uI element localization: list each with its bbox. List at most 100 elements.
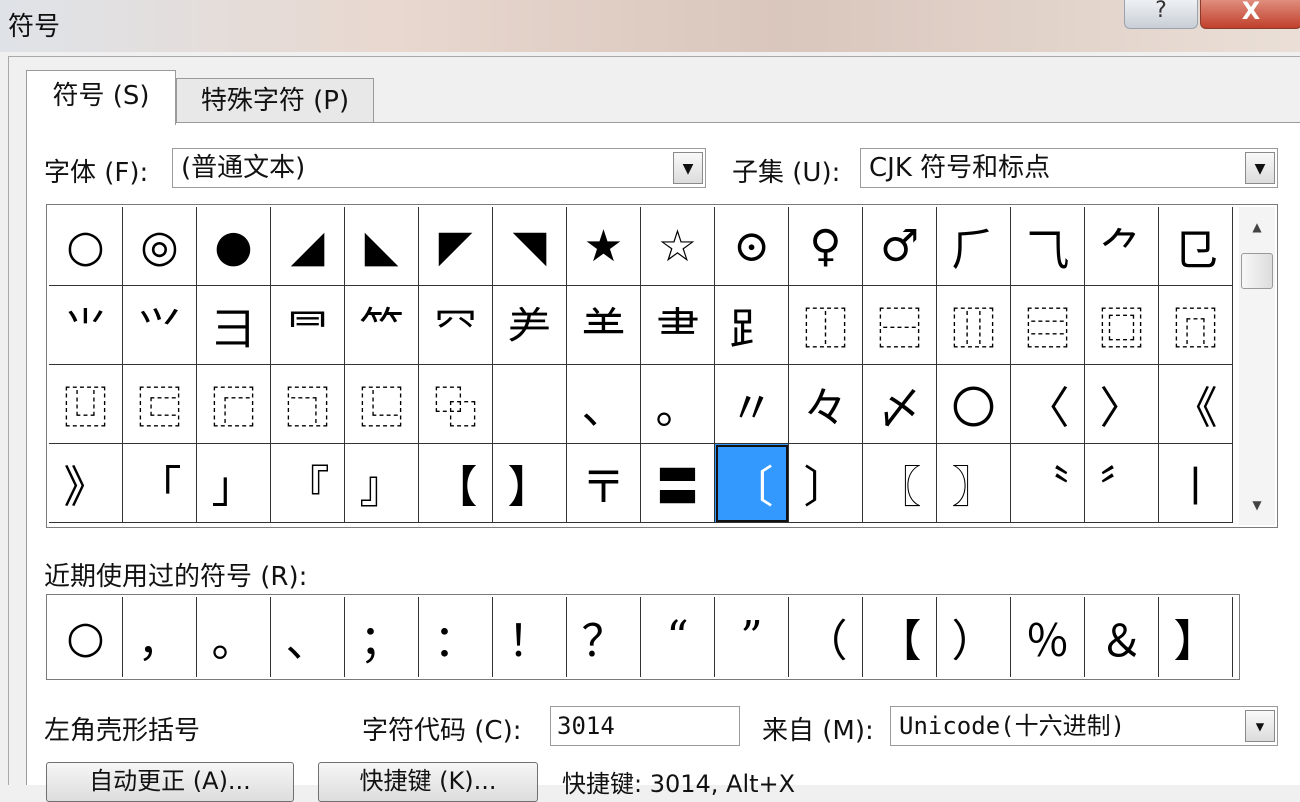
help-button[interactable]: ? xyxy=(1124,0,1198,29)
symbol-cell[interactable]: 〓 xyxy=(641,444,715,523)
symbol-cell[interactable]: ⿺ xyxy=(345,365,419,444)
symbol-cell[interactable]: ⺁ xyxy=(937,207,1011,286)
symbol-cell[interactable]: ⿰ xyxy=(789,286,863,365)
symbol-cell[interactable]: 〖 xyxy=(863,444,937,523)
symbol-cell[interactable]: ◢ xyxy=(271,207,345,286)
recent-symbol-cell[interactable]: 、 xyxy=(271,597,345,677)
tab-symbols[interactable]: 符号 (S) xyxy=(26,70,176,125)
symbol-cell[interactable]: ⺳ xyxy=(419,286,493,365)
symbol-cell[interactable]: 〈 xyxy=(1011,365,1085,444)
symbol-cell[interactable]: 』 xyxy=(345,444,419,523)
symbol-cell[interactable]: ⿷ xyxy=(123,365,197,444)
scroll-up-arrow-icon[interactable]: ▲ xyxy=(1239,207,1275,247)
subset-select-value: CJK 符号和标点 xyxy=(869,153,1051,183)
symbol-cell[interactable]: ⺜ xyxy=(271,286,345,365)
symbol-cell[interactable]: ◤ xyxy=(419,207,493,286)
symbol-cell[interactable]: ⺋ xyxy=(1159,207,1233,286)
scroll-thumb[interactable] xyxy=(1241,253,1273,289)
symbol-cell[interactable]: 〗 xyxy=(937,444,1011,523)
recent-symbols-cells: ○，。、；：！？ “” （【）％＆】 xyxy=(49,597,1233,677)
symbol-cell[interactable]: 〡 xyxy=(1159,444,1233,523)
symbol-cell[interactable]: ⺶ xyxy=(493,286,567,365)
symbol-cell[interactable]: ⺷ xyxy=(567,286,641,365)
symbol-cell[interactable]: ♂ xyxy=(863,207,937,286)
symbol-cell[interactable]: ⊙ xyxy=(715,207,789,286)
recent-symbol-cell[interactable]: （ xyxy=(789,597,863,677)
symbol-cell[interactable]: ⺈ xyxy=(1085,207,1159,286)
symbol-grid-scrollbar[interactable]: ▲ ▼ xyxy=(1239,207,1275,525)
recent-symbol-cell[interactable]: ○ xyxy=(49,597,123,677)
recent-symbol-cell[interactable]: ） xyxy=(937,597,1011,677)
symbol-cell[interactable]: 〇 xyxy=(937,365,1011,444)
chevron-down-icon[interactable]: ▼ xyxy=(1245,152,1275,184)
shortcut-key-button[interactable]: 快捷键 (K)... xyxy=(318,762,538,802)
symbol-cell[interactable] xyxy=(493,365,567,444)
symbol-cell-selected[interactable]: 〔 xyxy=(715,444,789,523)
tab-special-characters[interactable]: 特殊字符 (P) xyxy=(176,78,374,123)
font-select[interactable]: (普通文本) ▼ xyxy=(172,148,706,188)
symbol-cell[interactable]: 〒 xyxy=(567,444,641,523)
symbol-cell[interactable]: 〝 xyxy=(1011,444,1085,523)
subset-select[interactable]: CJK 符号和标点 ▼ xyxy=(860,148,1278,188)
symbol-cell[interactable]: ⺮ xyxy=(345,286,419,365)
symbol-cell[interactable]: 々 xyxy=(789,365,863,444)
symbol-cell[interactable]: 〉 xyxy=(1085,365,1159,444)
symbol-cell[interactable]: ⿲ xyxy=(937,286,1011,365)
close-button[interactable]: X xyxy=(1200,0,1300,29)
symbol-cell[interactable]: ◎ xyxy=(123,207,197,286)
symbol-cell[interactable]: ⿻ xyxy=(419,365,493,444)
symbol-cell[interactable]: ⿱ xyxy=(863,286,937,365)
symbol-cell[interactable]: ◣ xyxy=(345,207,419,286)
symbol-cell[interactable]: ☆ xyxy=(641,207,715,286)
symbol-cell[interactable]: 【 xyxy=(419,444,493,523)
symbol-cell[interactable]: 〕 xyxy=(789,444,863,523)
recent-symbol-cell[interactable]: ” xyxy=(715,597,789,677)
recent-symbol-cell[interactable]: 【 xyxy=(863,597,937,677)
symbol-cell[interactable]: ⺕ xyxy=(197,286,271,365)
symbol-cell[interactable]: ⺌ xyxy=(49,286,123,365)
symbol-cell[interactable]: ⺄ xyxy=(1011,207,1085,286)
recent-symbol-cell[interactable]: 。 xyxy=(197,597,271,677)
symbol-cell[interactable]: ● xyxy=(197,207,271,286)
recent-symbol-cell[interactable]: ， xyxy=(123,597,197,677)
symbol-cell[interactable]: ⿳ xyxy=(1011,286,1085,365)
symbol-cell[interactable]: ⿶ xyxy=(49,365,123,444)
symbol-cell[interactable]: ⻊ xyxy=(715,286,789,365)
symbol-cell[interactable]: ⿹ xyxy=(271,365,345,444)
symbol-cell[interactable]: 〞 xyxy=(1085,444,1159,523)
autocorrect-button[interactable]: 自动更正 (A)... xyxy=(46,762,294,802)
chevron-down-icon[interactable]: ▼ xyxy=(1245,710,1275,742)
symbol-cell[interactable]: 。 xyxy=(641,365,715,444)
symbol-cell[interactable]: ⿴ xyxy=(1085,286,1159,365)
recent-symbol-cell[interactable]: 】 xyxy=(1159,597,1233,677)
recent-symbol-cell[interactable]: ？ xyxy=(567,597,641,677)
from-select[interactable]: Unicode(十六进制) ▼ xyxy=(890,706,1278,746)
scroll-down-arrow-icon[interactable]: ▼ xyxy=(1239,485,1275,525)
symbol-cell[interactable]: 〃 xyxy=(715,365,789,444)
symbol-cell[interactable]: 『 xyxy=(271,444,345,523)
symbol-cell[interactable]: 】 xyxy=(493,444,567,523)
symbol-cell[interactable]: ⺍ xyxy=(123,286,197,365)
symbol-cell[interactable]: ⿸ xyxy=(197,365,271,444)
recent-symbol-cell[interactable]: ％ xyxy=(1011,597,1085,677)
symbol-cell[interactable]: 《 xyxy=(1159,365,1233,444)
recent-symbol-cell[interactable]: ＆ xyxy=(1085,597,1159,677)
character-code-input[interactable]: 3014 xyxy=(550,706,740,746)
symbol-cell[interactable]: 」 xyxy=(197,444,271,523)
symbol-cell[interactable]: ★ xyxy=(567,207,641,286)
recent-symbol-cell[interactable]: ： xyxy=(419,597,493,677)
chevron-down-icon[interactable]: ▼ xyxy=(673,152,703,184)
recent-symbol-cell[interactable]: “ xyxy=(641,597,715,677)
symbol-cell[interactable]: ◥ xyxy=(493,207,567,286)
recent-symbol-cell[interactable]: ！ xyxy=(493,597,567,677)
symbol-cell[interactable]: 〆 xyxy=(863,365,937,444)
shortcut-key-text: 快捷键: 3014, Alt+X xyxy=(562,770,796,798)
symbol-cell[interactable]: 「 xyxy=(123,444,197,523)
symbol-cell[interactable]: 》 xyxy=(49,444,123,523)
symbol-cell[interactable]: ⿵ xyxy=(1159,286,1233,365)
symbol-cell[interactable]: ○ xyxy=(49,207,123,286)
symbol-cell[interactable]: ⺻ xyxy=(641,286,715,365)
recent-symbol-cell[interactable]: ； xyxy=(345,597,419,677)
symbol-cell[interactable]: ♀ xyxy=(789,207,863,286)
symbol-cell[interactable]: 、 xyxy=(567,365,641,444)
